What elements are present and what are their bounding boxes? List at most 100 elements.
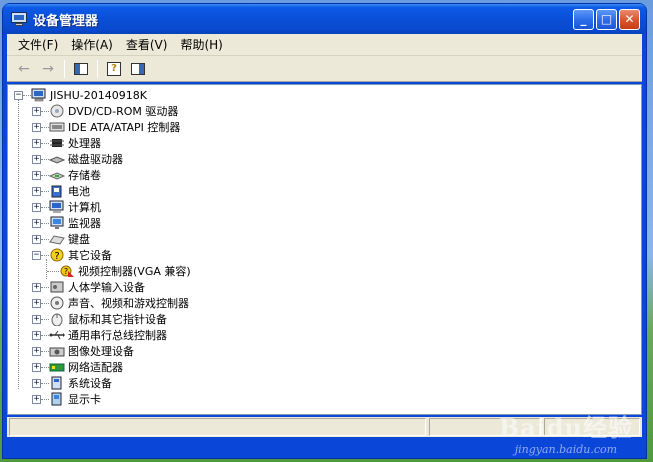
tree-category[interactable]: + IDE ATA/ATAPI 控制器: [14, 119, 641, 135]
storage-volume-icon: [49, 168, 65, 182]
action-pane-button[interactable]: [127, 59, 149, 79]
tree-category[interactable]: + 电池: [14, 183, 641, 199]
toolbar: ← → ?: [7, 56, 642, 82]
tree-category[interactable]: + 存储卷: [14, 167, 641, 183]
expand-toggle[interactable]: +: [32, 298, 41, 308]
menu-view[interactable]: 查看(V): [121, 36, 176, 53]
baidu-watermark: Baidu经验 jingyan.baidu.com: [499, 408, 633, 456]
tree-category[interactable]: + 通用串行总线控制器: [14, 327, 641, 343]
console-tree-icon: [74, 62, 88, 75]
tree-category-label: 磁盘驱动器: [68, 153, 123, 166]
tree-category[interactable]: + 键盘: [14, 231, 641, 247]
tree-category[interactable]: + 计算机: [14, 199, 641, 215]
tree-category[interactable]: + 显示卡: [14, 391, 641, 407]
mouse-icon: [49, 312, 65, 326]
action-pane-icon: [131, 62, 145, 75]
expand-toggle[interactable]: +: [32, 378, 41, 388]
device-manager-window: 设备管理器 _ □ ✕ 文件(F) 操作(A) 查看(V) 帮助(H) ← → …: [3, 4, 646, 458]
expand-toggle[interactable]: +: [32, 106, 41, 116]
maximize-button[interactable]: □: [596, 9, 617, 30]
battery-icon: [49, 184, 65, 198]
display-adapter-icon: [49, 392, 65, 406]
unknown-device-icon: ?: [49, 248, 65, 262]
imaging-device-icon: [49, 344, 65, 358]
tree-category[interactable]: + 鼠标和其它指针设备: [14, 311, 641, 327]
expand-toggle[interactable]: +: [32, 218, 41, 228]
processor-icon: [49, 136, 65, 150]
keyboard-icon: [49, 232, 65, 246]
tree-category[interactable]: + 监视器: [14, 215, 641, 231]
network-adapter-icon: [49, 360, 65, 374]
tree-category-label: 监视器: [68, 217, 101, 230]
device-manager-icon: [11, 12, 27, 26]
menu-bar: 文件(F) 操作(A) 查看(V) 帮助(H): [7, 34, 642, 56]
properties-help-button[interactable]: ?: [103, 59, 125, 79]
tree-category-label: 声音、视频和游戏控制器: [68, 297, 189, 310]
tree-category-label: 鼠标和其它指针设备: [68, 313, 167, 326]
tree-category-label: 系统设备: [68, 377, 112, 390]
dvd-drive-icon: [49, 104, 65, 118]
tree-category-label: 存储卷: [68, 169, 101, 182]
tree-category-label: IDE ATA/ATAPI 控制器: [68, 121, 181, 134]
tree-category-label: DVD/CD-ROM 驱动器: [68, 105, 179, 118]
tree-category[interactable]: + 人体学输入设备: [14, 279, 641, 295]
monitor-icon: [49, 216, 65, 230]
tree-device[interactable]: ? 视频控制器(VGA 兼容): [14, 263, 641, 279]
close-button[interactable]: ✕: [619, 9, 640, 30]
tree-category[interactable]: + 声音、视频和游戏控制器: [14, 295, 641, 311]
expand-toggle[interactable]: +: [32, 122, 41, 132]
expand-toggle[interactable]: +: [32, 346, 41, 356]
tree-category[interactable]: + 图像处理设备: [14, 343, 641, 359]
sound-icon: [49, 296, 65, 310]
tree-category-label: 键盘: [68, 233, 90, 246]
tree-category[interactable]: + 系统设备: [14, 375, 641, 391]
expand-toggle[interactable]: +: [32, 314, 41, 324]
tree-category-label: 网络适配器: [68, 361, 123, 374]
device-tree: − JISHU-20140918K + DVD/CD-ROM 驱动器 + IDE AT…: [14, 87, 641, 407]
menu-help[interactable]: 帮助(H): [175, 36, 230, 53]
back-button[interactable]: ←: [13, 59, 35, 79]
expand-toggle[interactable]: +: [32, 202, 41, 212]
tree-category-label: 处理器: [68, 137, 101, 150]
expand-toggle[interactable]: +: [32, 138, 41, 148]
tree-category[interactable]: −? 其它设备: [14, 247, 641, 263]
usb-icon: [49, 328, 65, 342]
computer-icon: [49, 200, 65, 214]
forward-button[interactable]: →: [37, 59, 59, 79]
collapse-toggle[interactable]: −: [32, 250, 41, 260]
help-icon: ?: [107, 61, 121, 76]
expand-toggle[interactable]: +: [32, 362, 41, 372]
expand-toggle[interactable]: +: [32, 170, 41, 180]
expand-toggle[interactable]: +: [32, 154, 41, 164]
tree-category[interactable]: + DVD/CD-ROM 驱动器: [14, 103, 641, 119]
system-device-icon: [49, 376, 65, 390]
tree-category[interactable]: + 磁盘驱动器: [14, 151, 641, 167]
show-hide-tree-button[interactable]: [70, 59, 92, 79]
tree-category[interactable]: + 处理器: [14, 135, 641, 151]
toolbar-separator: [97, 59, 98, 78]
menu-action[interactable]: 操作(A): [66, 36, 121, 53]
tree-device-label: 视频控制器(VGA 兼容): [78, 265, 191, 278]
status-cell: [9, 418, 426, 436]
expand-toggle[interactable]: +: [32, 186, 41, 196]
watermark-text: Baidu经验: [498, 413, 633, 442]
tree-root[interactable]: − JISHU-20140918K: [14, 87, 641, 103]
tree-category-label: 计算机: [68, 201, 101, 214]
window-controls: _ □ ✕: [573, 9, 640, 30]
tree-category-label: 图像处理设备: [68, 345, 134, 358]
menu-file[interactable]: 文件(F): [13, 36, 66, 53]
ide-controller-icon: [49, 120, 65, 134]
disk-drive-icon: [49, 152, 65, 166]
collapse-toggle[interactable]: −: [14, 90, 23, 100]
window-title: 设备管理器: [33, 13, 99, 29]
tree-category-label: 电池: [68, 185, 90, 198]
tree-category[interactable]: + 网络适配器: [14, 359, 641, 375]
device-tree-pane[interactable]: − JISHU-20140918K + DVD/CD-ROM 驱动器 + IDE AT…: [7, 84, 642, 415]
expand-toggle[interactable]: +: [32, 394, 41, 404]
warning-device-icon: ?: [59, 264, 75, 278]
title-bar[interactable]: 设备管理器 _ □ ✕: [3, 4, 646, 34]
expand-toggle[interactable]: +: [32, 234, 41, 244]
expand-toggle[interactable]: +: [32, 330, 41, 340]
minimize-button[interactable]: _: [573, 9, 594, 30]
expand-toggle[interactable]: +: [32, 282, 41, 292]
